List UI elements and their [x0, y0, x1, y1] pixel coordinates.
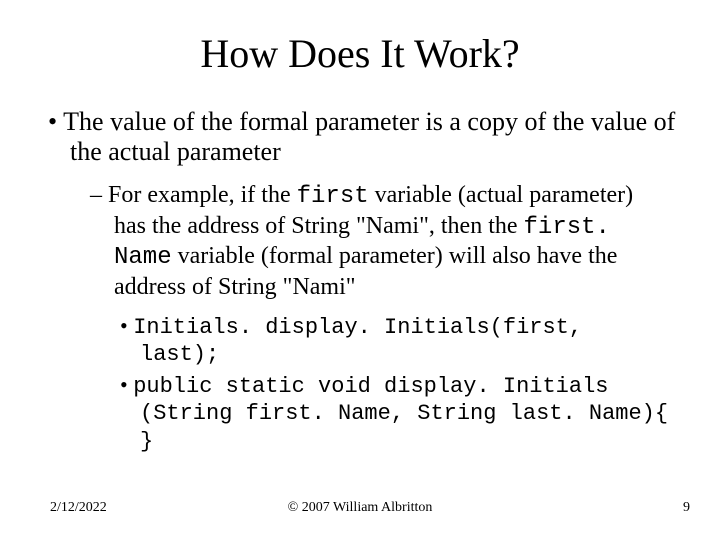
sub-bullet-1-mid2: variable (formal parameter) will also ha… [114, 243, 617, 300]
code-line-1-text: Initials. display. Initials(first, last)… [133, 315, 582, 368]
footer-copyright: © 2007 William Albritton [288, 500, 433, 516]
code-line-2: public static void display. Initials (St… [120, 371, 670, 456]
code-line-1: Initials. display. Initials(first, last)… [120, 312, 670, 369]
slide-container: How Does It Work? The value of the forma… [0, 0, 720, 540]
footer-date: 2/12/2022 [50, 500, 107, 516]
sub-bullet-1: For example, if the first variable (actu… [90, 181, 650, 302]
code-line-2-text: public static void display. Initials (St… [133, 374, 668, 454]
main-bullet-1-text: The value of the formal parameter is a c… [63, 107, 675, 166]
code-first: first [297, 183, 369, 210]
main-bullet-1: The value of the formal parameter is a c… [40, 107, 690, 167]
footer: 2/12/2022 © 2007 William Albritton 9 [0, 500, 720, 516]
footer-page-number: 9 [683, 500, 690, 516]
slide-title: How Does It Work? [30, 30, 690, 77]
sub-bullet-1-pre: For example, if the [108, 182, 297, 208]
